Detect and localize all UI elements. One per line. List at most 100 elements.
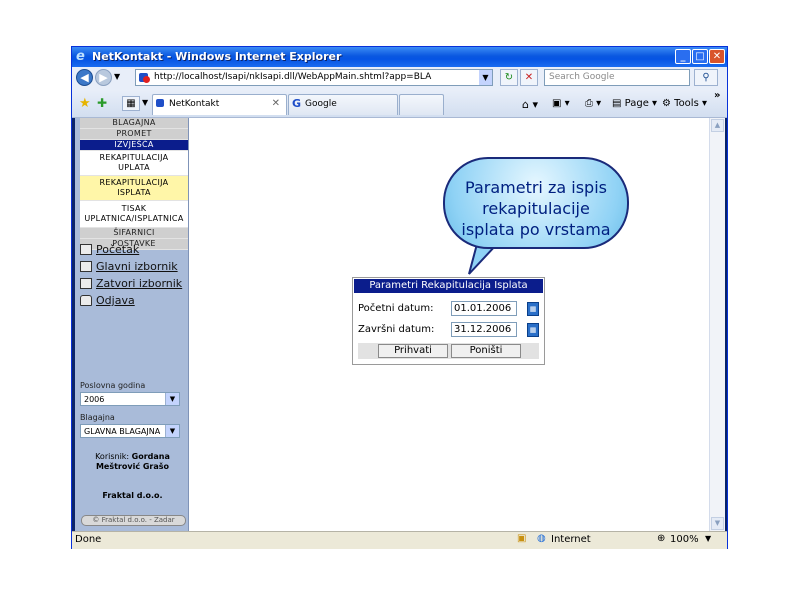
user-info: Korisnik: Gordana Meštrović Grašo bbox=[80, 452, 185, 472]
menu-icon bbox=[80, 261, 92, 272]
scroll-up-icon[interactable]: ▲ bbox=[711, 119, 724, 132]
end-date-label: Završni datum: bbox=[358, 324, 435, 335]
sidebar-menu: BLAGAJNA PROMET IZVJEŠĆA REKAPITULACIJA … bbox=[80, 118, 188, 250]
url-text: http://localhost/Isapi/nkIsapi.dll/WebAp… bbox=[154, 72, 432, 82]
scroll-down-icon[interactable]: ▼ bbox=[711, 517, 724, 530]
callout-tail bbox=[468, 244, 499, 275]
status-text: Done bbox=[75, 534, 102, 545]
forward-button[interactable]: ▶ bbox=[95, 69, 112, 86]
copyright-badge: © Fraktal d.o.o. - Zadar bbox=[81, 515, 186, 526]
search-placeholder: Search Google bbox=[549, 72, 615, 82]
google-favicon-icon: G bbox=[292, 97, 302, 110]
callout-line-3: isplata po vrstama bbox=[461, 220, 611, 239]
tools-menu[interactable]: ⚙ Tools ▾ bbox=[662, 98, 707, 109]
close-button[interactable]: ✕ bbox=[709, 49, 725, 64]
end-date-calendar-icon[interactable]: ▦ bbox=[527, 323, 539, 337]
tab-netkontakt[interactable]: NetKontakt ✕ bbox=[152, 94, 287, 115]
address-bar-row: ◀ ▶ ▼ http://localhost/Isapi/nkIsapi.dll… bbox=[72, 67, 727, 89]
back-button[interactable]: ◀ bbox=[76, 69, 93, 86]
year-select-value: 2006 bbox=[84, 395, 105, 404]
link-glavni-izbornik-label: Glavni izbornik bbox=[96, 260, 178, 273]
menu-item-rekapitulacija-isplata[interactable]: REKAPITULACIJA ISPLATA bbox=[80, 176, 188, 201]
home-icon bbox=[80, 244, 92, 255]
company-name: Fraktal d.o.o. bbox=[102, 491, 163, 500]
page-menu-label: Page bbox=[624, 98, 649, 109]
menu-item-sifarnici[interactable]: ŠIFARNICI bbox=[80, 228, 188, 239]
link-glavni-izbornik[interactable]: Glavni izbornik bbox=[80, 258, 182, 275]
minimize-button[interactable]: _ bbox=[675, 49, 691, 64]
menu-item-promet[interactable]: PROMET bbox=[80, 129, 188, 140]
cashbox-select[interactable]: GLAVNA BLAGAJNA ▼ bbox=[80, 424, 180, 438]
new-tab-button[interactable] bbox=[399, 94, 444, 115]
link-pocetak[interactable]: Početak bbox=[80, 241, 182, 258]
add-favorite-icon[interactable]: ✚ bbox=[97, 96, 107, 110]
address-field[interactable]: http://localhost/Isapi/nkIsapi.dll/WebAp… bbox=[135, 69, 493, 86]
cashbox-dropdown-icon[interactable]: ▼ bbox=[165, 425, 179, 437]
dialog-button-bar: Prihvati Poništi bbox=[358, 343, 539, 359]
close-tab-icon[interactable]: ✕ bbox=[272, 98, 280, 109]
zoom-level[interactable]: 100% bbox=[670, 534, 699, 545]
start-date-input[interactable]: 01.01.2006 bbox=[451, 301, 517, 316]
feeds-icon[interactable]: ▣ ▾ bbox=[552, 98, 570, 109]
vertical-scrollbar[interactable]: ▲ ▼ bbox=[709, 118, 725, 531]
tab-row: ★ ✚ ▦ ▼ NetKontakt ✕ G Google ⌂ ▾ ▣ ▾ ⎙ … bbox=[72, 89, 727, 118]
protected-mode-icon: ▣ bbox=[517, 533, 527, 544]
user-prefix: Korisnik: bbox=[95, 452, 130, 461]
home-toolbar-icon[interactable]: ⌂ ▾ bbox=[522, 98, 538, 111]
page-menu[interactable]: ▤ Page ▾ bbox=[612, 98, 657, 109]
tab-favicon-icon bbox=[156, 99, 164, 107]
title-bar: e NetKontakt - Windows Internet Explorer… bbox=[72, 47, 727, 67]
link-pocetak-label: Početak bbox=[96, 243, 140, 256]
zone-text: Internet bbox=[551, 534, 591, 545]
link-odjava-label: Odjava bbox=[96, 294, 135, 307]
start-date-label: Početni datum: bbox=[358, 303, 434, 314]
callout-line-2: rekapitulacije bbox=[482, 199, 590, 218]
cancel-button[interactable]: Poništi bbox=[451, 344, 521, 358]
menu-item-rekapitulacija-uplata[interactable]: REKAPITULACIJA UPLATA bbox=[80, 151, 188, 176]
menu-item-tisak-uplatnica[interactable]: TISAK UPLATNICA/ISPLATNICA bbox=[80, 201, 188, 228]
refresh-icon[interactable]: ↻ bbox=[500, 69, 518, 86]
start-date-calendar-icon[interactable]: ▦ bbox=[527, 302, 539, 316]
sidebar: BLAGAJNA PROMET IZVJEŠĆA REKAPITULACIJA … bbox=[75, 118, 189, 531]
accept-button[interactable]: Prihvati bbox=[378, 344, 448, 358]
gear-icon: ⚙ bbox=[662, 98, 671, 109]
tab-google-label: Google bbox=[305, 99, 337, 109]
page-icon: ▤ bbox=[612, 98, 622, 109]
print-icon[interactable]: ⎙ ▾ bbox=[585, 98, 601, 109]
favorites-star-icon[interactable]: ★ bbox=[79, 96, 91, 111]
menu-item-blagajna[interactable]: BLAGAJNA bbox=[80, 118, 188, 129]
ie-logo-icon: e bbox=[76, 49, 85, 64]
toolbar-overflow-icon[interactable]: » bbox=[714, 90, 720, 101]
close-menu-icon bbox=[80, 278, 92, 289]
user-first-name: Gordana bbox=[131, 452, 170, 461]
callout-line-1: Parametri za ispis bbox=[465, 178, 607, 197]
parameters-dialog: Parametri Rekapitulacija Isplata Početni… bbox=[352, 277, 545, 365]
callout-bubble: Parametri za ispis rekapitulacije isplat… bbox=[443, 157, 629, 249]
cashbox-select-value: GLAVNA BLAGAJNA bbox=[84, 427, 161, 436]
search-input[interactable]: Search Google bbox=[544, 69, 690, 86]
stop-icon[interactable]: ✕ bbox=[520, 69, 538, 86]
recent-pages-dropdown-icon[interactable]: ▼ bbox=[114, 72, 120, 81]
menu-item-izvjesca[interactable]: IZVJEŠĆA bbox=[80, 140, 188, 151]
year-select[interactable]: 2006 ▼ bbox=[80, 392, 180, 406]
site-favicon-dot-icon bbox=[143, 76, 150, 83]
lock-icon bbox=[80, 295, 92, 306]
link-odjava[interactable]: Odjava bbox=[80, 292, 182, 309]
cashbox-label: Blagajna bbox=[80, 413, 115, 422]
tab-list-dropdown-icon[interactable]: ▼ bbox=[142, 98, 148, 107]
link-zatvori-izbornik[interactable]: Zatvori izbornik bbox=[80, 275, 182, 292]
quick-tabs-icon[interactable]: ▦ bbox=[122, 96, 140, 111]
maximize-button[interactable]: □ bbox=[692, 49, 708, 64]
zoom-dropdown-icon[interactable]: ▼ bbox=[705, 534, 711, 543]
dialog-title: Parametri Rekapitulacija Isplata bbox=[354, 279, 543, 293]
globe-icon: ◍ bbox=[537, 533, 546, 544]
end-date-input[interactable]: 31.12.2006 bbox=[451, 322, 517, 337]
link-zatvori-izbornik-label: Zatvori izbornik bbox=[96, 277, 183, 290]
year-dropdown-icon[interactable]: ▼ bbox=[165, 393, 179, 405]
search-go-icon[interactable]: ⚲ bbox=[694, 69, 718, 86]
zoom-icon[interactable]: ⊕ bbox=[657, 533, 665, 544]
address-dropdown-icon[interactable]: ▼ bbox=[479, 70, 492, 85]
tab-netkontakt-label: NetKontakt bbox=[169, 99, 220, 109]
tab-google[interactable]: G Google bbox=[288, 94, 398, 115]
user-last-name: Meštrović Grašo bbox=[95, 462, 170, 471]
